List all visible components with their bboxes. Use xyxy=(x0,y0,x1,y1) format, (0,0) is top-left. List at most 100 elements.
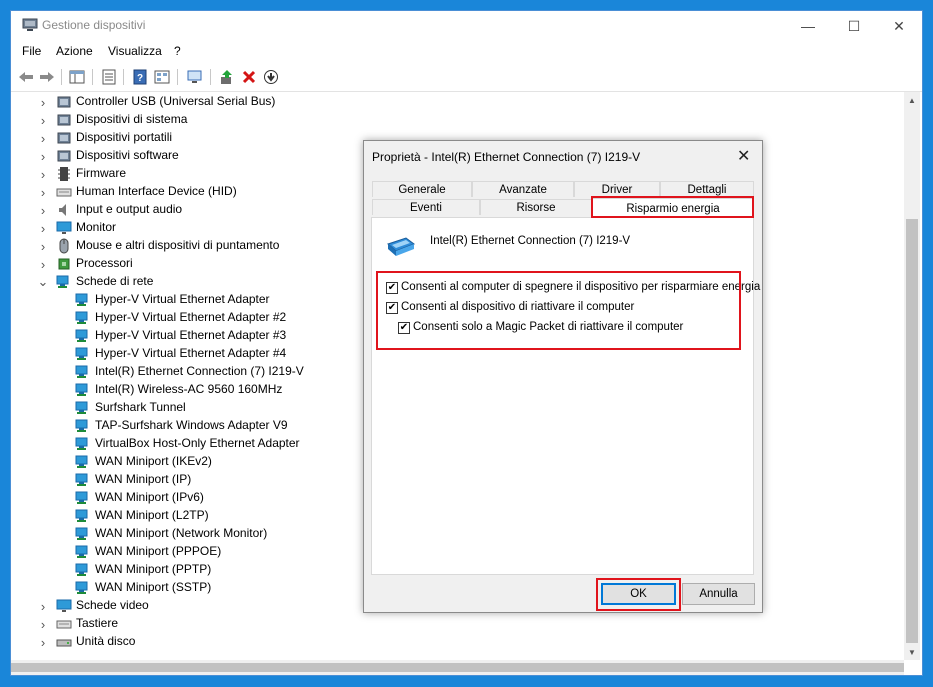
network-adapter-icon xyxy=(75,418,91,434)
tree-category[interactable]: › Controller USB (Universal Serial Bus) xyxy=(11,93,904,111)
expand-chevron-icon[interactable]: › xyxy=(38,617,48,632)
scroll-down-icon[interactable]: ▼ xyxy=(908,648,916,657)
expand-chevron-icon[interactable]: › xyxy=(38,167,48,182)
network-adapter-icon xyxy=(75,508,91,524)
tab-avanzate[interactable]: Avanzate xyxy=(472,181,574,197)
tree-device-label: WAN Miniport (PPPOE) xyxy=(95,544,222,558)
close-window-button[interactable]: ✕ xyxy=(876,11,922,41)
tree-device-label: WAN Miniport (IKEv2) xyxy=(95,454,212,468)
tree-device-label: VirtualBox Host-Only Ethernet Adapter xyxy=(95,436,300,450)
tree-device-label: WAN Miniport (SSTP) xyxy=(95,580,212,594)
svg-text:?: ? xyxy=(137,73,143,84)
tree-device-label: TAP-Surfshark Windows Adapter V9 xyxy=(95,418,288,432)
scroll-up-icon[interactable]: ▲ xyxy=(908,96,916,105)
expand-chevron-icon[interactable]: › xyxy=(38,203,48,218)
dialog-close-icon[interactable]: ✕ xyxy=(737,146,750,166)
back-icon[interactable] xyxy=(17,68,35,86)
cancel-button[interactable]: Annulla xyxy=(682,583,755,605)
tree-device-label: Intel(R) Ethernet Connection (7) I219-V xyxy=(95,364,304,378)
tab-eventi[interactable]: Eventi xyxy=(372,199,480,215)
expand-chevron-icon[interactable]: › xyxy=(38,113,48,128)
expand-chevron-icon[interactable]: › xyxy=(38,239,48,254)
system-device-icon xyxy=(56,112,72,128)
properties-icon[interactable] xyxy=(100,68,118,86)
expand-chevron-icon[interactable]: › xyxy=(38,131,48,146)
display-adapter-icon xyxy=(56,598,72,614)
expand-chevron-icon[interactable]: › xyxy=(38,221,48,236)
tree-category-label: Firmware xyxy=(76,166,126,180)
expand-chevron-icon[interactable]: › xyxy=(38,635,48,650)
tab-highlight-box xyxy=(591,196,754,218)
tree-device-label: Hyper-V Virtual Ethernet Adapter xyxy=(95,292,270,306)
scan-hardware-icon[interactable] xyxy=(186,68,204,86)
forward-icon[interactable] xyxy=(38,68,56,86)
network-adapter-icon xyxy=(75,472,91,488)
network-adapter-icon xyxy=(75,382,91,398)
menu-help[interactable]: ? xyxy=(174,44,181,58)
disk-drive-icon xyxy=(56,634,72,650)
tree-category-label: Dispositivi software xyxy=(76,148,179,162)
network-adapter-icon xyxy=(75,490,91,506)
minimize-button[interactable]: — xyxy=(785,11,831,41)
network-adapter-icon xyxy=(75,328,91,344)
network-adapter-icon xyxy=(75,562,91,578)
tree-device-label: WAN Miniport (PPTP) xyxy=(95,562,212,576)
keyboard-icon xyxy=(56,616,72,632)
tree-category-label: Schede di rete xyxy=(76,274,154,288)
properties-dialog: Proprietà - Intel(R) Ethernet Connection… xyxy=(363,140,763,613)
firmware-icon xyxy=(56,166,72,182)
show-hide-tree-icon[interactable] xyxy=(68,68,86,86)
minimize-icon: — xyxy=(801,18,815,34)
tree-device-label: WAN Miniport (IPv6) xyxy=(95,490,204,504)
expand-chevron-icon[interactable]: › xyxy=(38,95,48,110)
update-driver-icon[interactable] xyxy=(218,68,236,86)
title-bar: Gestione dispositivi — ☐ ✕ xyxy=(11,11,922,41)
tree-category[interactable]: › Unità disco xyxy=(11,633,904,651)
dialog-title: Proprietà - Intel(R) Ethernet Connection… xyxy=(372,150,641,164)
vertical-scrollbar[interactable]: ▲ ▼ xyxy=(904,92,920,660)
network-adapter-icon xyxy=(75,364,91,380)
tree-category-label: Processori xyxy=(76,256,133,270)
tree-device-label: WAN Miniport (L2TP) xyxy=(95,508,209,522)
horizontal-scroll-thumb[interactable] xyxy=(11,663,904,672)
tree-category[interactable]: › Dispositivi di sistema xyxy=(11,111,904,129)
expand-chevron-icon[interactable]: › xyxy=(38,599,48,614)
tab-driver[interactable]: Driver xyxy=(574,181,660,197)
menu-file[interactable]: File xyxy=(22,44,41,58)
mouse-icon xyxy=(56,238,72,254)
menu-azione[interactable]: Azione xyxy=(56,44,93,58)
tree-category-label: Human Interface Device (HID) xyxy=(76,184,237,198)
portable-device-icon xyxy=(56,130,72,146)
tab-generale[interactable]: Generale xyxy=(372,181,472,197)
processor-icon xyxy=(56,256,72,272)
network-adapter-icon xyxy=(75,580,91,596)
horizontal-scrollbar[interactable] xyxy=(11,660,904,675)
expand-chevron-icon[interactable]: › xyxy=(38,257,48,272)
menu-visualizza[interactable]: Visualizza xyxy=(108,44,162,58)
tree-device-label: WAN Miniport (IP) xyxy=(95,472,192,486)
vertical-scroll-thumb[interactable] xyxy=(906,219,918,643)
network-adapter-icon xyxy=(387,237,416,256)
expand-chevron-icon[interactable]: › xyxy=(38,149,48,164)
network-adapter-icon xyxy=(75,346,91,362)
collapse-chevron-icon[interactable]: ⌄ xyxy=(38,274,49,289)
tree-category[interactable]: › Tastiere xyxy=(11,615,904,633)
tab-dettagli[interactable]: Dettagli xyxy=(660,181,754,197)
close-icon: ✕ xyxy=(893,17,905,34)
tree-category-label: Input e output audio xyxy=(76,202,183,216)
usb-controller-icon xyxy=(56,94,72,110)
maximize-button[interactable]: ☐ xyxy=(831,11,877,41)
expand-chevron-icon[interactable]: › xyxy=(38,185,48,200)
window-title: Gestione dispositivi xyxy=(42,18,146,32)
audio-icon xyxy=(56,202,72,218)
tree-category-label: Monitor xyxy=(76,220,117,234)
help-icon[interactable]: ? xyxy=(131,68,149,86)
tab-risorse[interactable]: Risorse xyxy=(480,199,592,215)
uninstall-icon[interactable] xyxy=(240,68,258,86)
hid-icon xyxy=(56,184,72,200)
network-adapter-icon xyxy=(75,310,91,326)
tree-category-label: Mouse e altri dispositivi di puntamento xyxy=(76,238,280,252)
view-icon[interactable] xyxy=(153,68,171,86)
disable-icon[interactable] xyxy=(262,68,280,86)
network-adapter-icon xyxy=(75,400,91,416)
